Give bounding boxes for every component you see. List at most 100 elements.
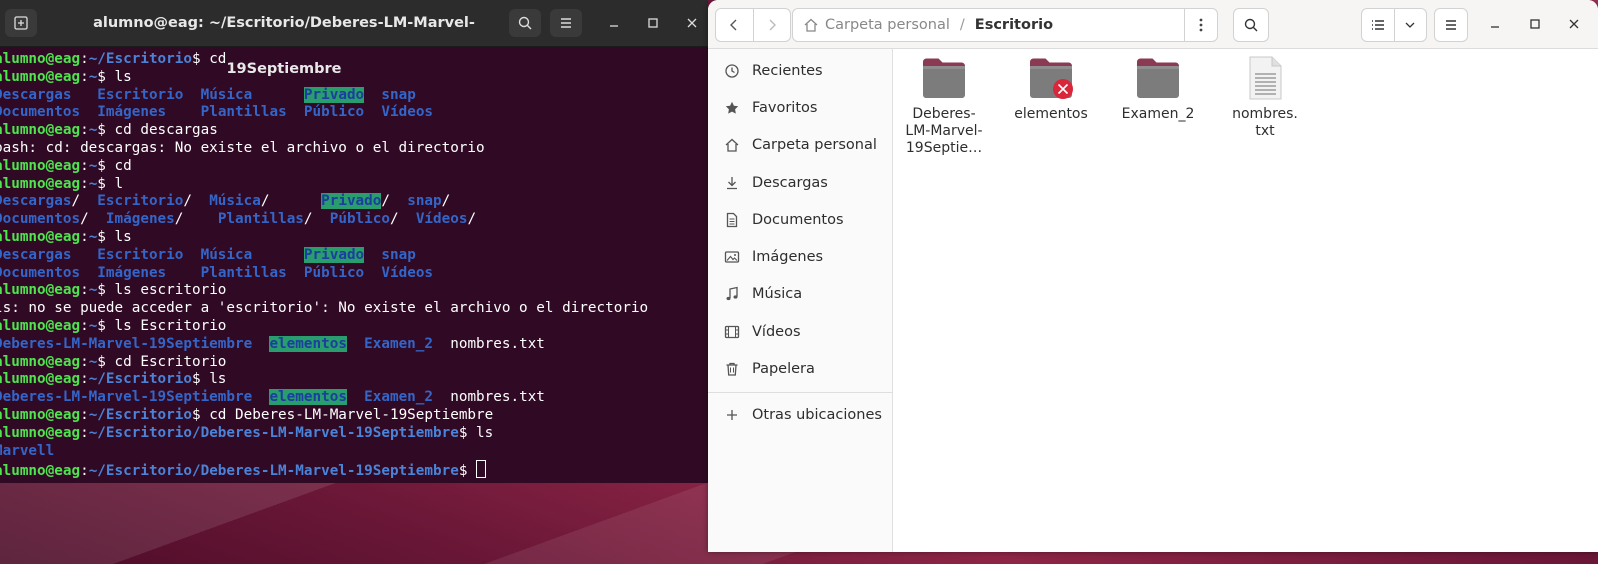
- terminal-maximize-button[interactable]: [636, 0, 670, 46]
- terminal-text: nombres.txt: [433, 335, 545, 352]
- list-view-button[interactable]: [1362, 9, 1395, 41]
- terminal-text: Escritorio: [97, 86, 184, 103]
- terminal-text: :: [80, 406, 89, 423]
- terminal-text: Examen_2: [364, 389, 434, 406]
- file-item-elementos-folder[interactable]: elementos: [1001, 56, 1101, 123]
- sidebar-item-documentos[interactable]: Documentos: [708, 201, 892, 238]
- text-file-icon: [1249, 56, 1282, 100]
- path-segment-home[interactable]: Carpeta personal: [825, 17, 950, 33]
- terminal-text: $ ls Escritorio: [97, 317, 227, 334]
- files-search-button[interactable]: [1233, 8, 1269, 42]
- files-menu-button[interactable]: [1434, 8, 1468, 42]
- file-item-examen-folder[interactable]: Examen_2: [1108, 56, 1208, 123]
- terminal-text: Documentos: [0, 211, 81, 228]
- terminal-text: alumno@eag: [0, 228, 81, 245]
- terminal-text: :: [80, 68, 89, 85]
- sidebar-item-label: Otras ubicaciones: [752, 407, 882, 424]
- terminal-text: :: [80, 371, 89, 388]
- file-manager-header-bar[interactable]: Carpeta personal / Escritorio: [708, 0, 1598, 49]
- sidebar-item-favoritos[interactable]: Favoritos: [708, 89, 892, 126]
- sidebar-item-descargas[interactable]: Descargas: [708, 164, 892, 201]
- terminal-text: ls: no se puede acceder a 'escritorio': …: [0, 300, 649, 317]
- forward-button[interactable]: [754, 9, 791, 41]
- file-item-deberes-folder[interactable]: Deberes- LM-Marvel- 19Septie…: [894, 56, 994, 157]
- chevron-right-icon: [769, 19, 776, 31]
- hamburger-icon: [1446, 20, 1456, 30]
- trash-icon: [726, 362, 738, 376]
- terminal-text: Vídeos: [415, 211, 468, 228]
- sidebar-item-imagenes[interactable]: Imágenes: [708, 238, 892, 275]
- terminal-header-bar[interactable]: alumno@eag: ~/Escritorio/Deberes-LM-Marv…: [0, 0, 708, 77]
- terminal-text: snap: [381, 86, 416, 103]
- sidebar-item-papelera[interactable]: Papelera: [708, 350, 892, 387]
- sidebar-item-musica[interactable]: Música: [708, 276, 892, 313]
- terminal-text: ~: [88, 68, 98, 85]
- file-grid[interactable]: Deberes- LM-Marvel- 19Septie… elementos: [893, 49, 1598, 552]
- files-minimize-button[interactable]: [1479, 8, 1511, 40]
- path-menu-button[interactable]: [1184, 9, 1217, 41]
- file-manager-window[interactable]: Carpeta personal / Escritorio Recientes …: [708, 0, 1598, 552]
- minimize-icon: [610, 25, 618, 27]
- close-icon: [687, 18, 697, 28]
- terminal-text: Vídeos: [381, 104, 434, 121]
- file-item-nombres-txt[interactable]: nombres. txt: [1215, 56, 1315, 140]
- terminal-text: alumno@eag: [0, 282, 81, 299]
- terminal-window[interactable]: alumno@eag: ~/Escritorio/Deberes-LM-Marv…: [0, 0, 708, 483]
- terminal-line: Descargas Escritorio Música Privado snap: [0, 86, 708, 105]
- terminal-text: ~: [88, 282, 98, 299]
- star-icon: [725, 101, 739, 114]
- terminal-text: Imágenes: [97, 104, 167, 121]
- terminal-close-button[interactable]: [675, 0, 708, 46]
- sidebar-item-otras-ubicaciones[interactable]: Otras ubicaciones: [708, 397, 892, 434]
- terminal-text: :: [80, 317, 89, 334]
- terminal-text: nombres.txt: [433, 389, 545, 406]
- path-bar[interactable]: Carpeta personal / Escritorio: [792, 8, 1218, 42]
- new-tab-icon: [14, 16, 28, 30]
- terminal-menu-button[interactable]: [550, 9, 582, 37]
- path-segment-current[interactable]: Escritorio: [975, 17, 1053, 33]
- terminal-search-button[interactable]: [509, 9, 541, 37]
- terminal-output[interactable]: alumno@eag:~/Escritorio$ cd alumno@eag:~$…: [0, 47, 708, 479]
- terminal-text: Marvell: [0, 442, 55, 459]
- sidebar-item-recientes[interactable]: Recientes: [708, 52, 892, 89]
- clock-icon: [725, 63, 739, 78]
- terminal-text: Imágenes: [97, 264, 167, 281]
- terminal-line: alumno@eag:~/Escritorio$ cd: [0, 51, 708, 69]
- search-icon: [518, 16, 532, 30]
- terminal-text: ~/Escritorio: [88, 371, 192, 388]
- terminal-text: $ cd: [191, 51, 227, 67]
- sidebar-divider: [708, 391, 892, 393]
- terminal-line: Deberes-LM-Marvel-19Septiembre elementos…: [0, 335, 708, 354]
- hamburger-icon: [561, 18, 571, 28]
- back-button[interactable]: [716, 9, 754, 41]
- terminal-cursor: [476, 460, 487, 479]
- sidebar-item-label: Carpeta personal: [752, 137, 877, 154]
- new-tab-button[interactable]: [5, 9, 37, 37]
- terminal-text: alumno@eag: [0, 157, 81, 174]
- sidebar-item-label: Favoritos: [752, 99, 818, 116]
- sidebar-item-videos[interactable]: Vídeos: [708, 313, 892, 350]
- terminal-text: Imágenes: [105, 211, 175, 228]
- chevron-left-icon: [730, 19, 737, 31]
- terminal-line: Documentos Imágenes Plantillas Público V…: [0, 265, 708, 283]
- terminal-text: Privado: [303, 246, 365, 263]
- terminal-text: Examen_2: [364, 335, 434, 352]
- sidebar-item-carpeta-personal[interactable]: Carpeta personal: [708, 127, 892, 164]
- maximize-icon: [648, 18, 658, 28]
- terminal-text: $ ls: [97, 68, 132, 85]
- terminal-text: $ cd descargas: [97, 122, 218, 139]
- terminal-line: bash: cd: descargas: No existe el archiv…: [0, 140, 708, 158]
- terminal-text: Descargas: [0, 86, 72, 103]
- files-close-button[interactable]: [1558, 8, 1590, 40]
- terminal-minimize-button[interactable]: [597, 0, 631, 46]
- view-dropdown-button[interactable]: [1395, 9, 1427, 41]
- files-maximize-button[interactable]: [1519, 8, 1551, 40]
- terminal-text: $ l: [97, 175, 124, 192]
- file-item-label: Examen_2: [1121, 106, 1195, 122]
